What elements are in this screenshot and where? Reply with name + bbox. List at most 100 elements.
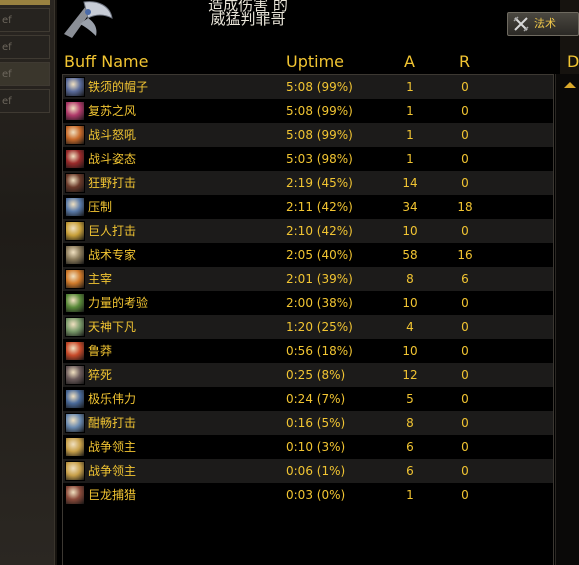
buff-uptime: 2:05 (40%) <box>286 248 353 262</box>
buff-name: 战斗怒吼 <box>88 128 137 142</box>
table-row[interactable]: 战争领主 0:06 (1%) 6 0 <box>63 459 553 483</box>
buff-name: 猝死 <box>88 368 113 382</box>
buff-name: 战术专家 <box>88 248 137 262</box>
table-row[interactable]: 主宰 2:01 (39%) 8 6 <box>63 267 553 291</box>
buff-refreshes: 16 <box>457 248 473 262</box>
buff-applications: 1 <box>406 104 414 118</box>
table-row[interactable]: 战争领主 0:10 (3%) 6 0 <box>63 435 553 459</box>
side-tab-4[interactable]: ef <box>0 89 50 113</box>
buff-uptime: 2:19 (45%) <box>286 176 353 190</box>
buff-uptime: 0:24 (7%) <box>286 392 346 406</box>
table-row[interactable]: 战斗姿态 5:03 (98%) 1 0 <box>63 147 553 171</box>
wind-icon <box>65 101 85 121</box>
buff-refreshes: 0 <box>461 128 469 142</box>
buff-name: 铁须的帽子 <box>88 80 149 94</box>
overpower-icon <box>65 197 85 217</box>
table-row[interactable]: 压制 2:11 (42%) 34 18 <box>63 195 553 219</box>
table-row[interactable]: 鲁莽 0:56 (18%) 10 0 <box>63 339 553 363</box>
buff-applications: 8 <box>406 416 414 430</box>
column-header-name[interactable]: Buff Name <box>64 52 148 72</box>
sudden-death-icon <box>65 365 85 385</box>
warlord-icon <box>65 437 85 457</box>
table-row[interactable]: 狂野打击 2:19 (45%) 14 0 <box>63 171 553 195</box>
side-panel: ef ef ef ef <box>0 0 55 565</box>
buff-applications: 6 <box>406 464 414 478</box>
table-row[interactable]: 天神下凡 1:20 (25%) 4 0 <box>63 315 553 339</box>
buff-applications: 14 <box>402 176 418 190</box>
buff-name: 战争领主 <box>88 464 137 478</box>
buff-name: 战斗姿态 <box>88 152 137 166</box>
side-tab-1[interactable]: ef <box>0 8 50 32</box>
shout-icon <box>65 125 85 145</box>
buff-name: 狂野打击 <box>88 176 137 190</box>
buff-applications: 6 <box>406 440 414 454</box>
buff-name: 压制 <box>88 200 113 214</box>
buff-name: 战争领主 <box>88 440 137 454</box>
table-row[interactable]: 猝死 0:25 (8%) 12 0 <box>63 363 553 387</box>
table-row[interactable]: 铁须的帽子 5:08 (99%) 1 0 <box>63 75 553 99</box>
buff-applications: 1 <box>406 152 414 166</box>
buff-applications: 10 <box>402 296 418 310</box>
helmet-icon <box>65 77 85 97</box>
stance-icon <box>65 149 85 169</box>
column-header-a[interactable]: A <box>404 52 415 72</box>
buff-applications: 8 <box>406 272 414 286</box>
buff-name: 巨人打击 <box>88 224 137 238</box>
buff-uptime: 0:06 (1%) <box>286 464 346 478</box>
scroll-up-arrow-icon[interactable] <box>564 82 576 88</box>
column-header-d[interactable]: D <box>567 52 579 72</box>
recklessness-icon <box>65 341 85 361</box>
side-top-accent <box>0 0 50 5</box>
buff-name: 力量的考验 <box>88 296 149 310</box>
buff-applications: 34 <box>402 200 418 214</box>
buff-name: 主宰 <box>88 272 113 286</box>
buff-uptime: 0:03 (0%) <box>286 488 346 502</box>
side-tab-3[interactable]: ef <box>0 62 50 86</box>
buff-name: 鲁莽 <box>88 344 113 358</box>
table-row[interactable]: 战术专家 2:05 (40%) 58 16 <box>63 243 553 267</box>
axe-icon <box>58 0 118 40</box>
table-row[interactable]: 复苏之风 5:08 (99%) 1 0 <box>63 99 553 123</box>
buff-refreshes: 0 <box>461 440 469 454</box>
table-row[interactable]: 巨人打击 2:10 (42%) 10 0 <box>63 219 553 243</box>
buff-refreshes: 0 <box>461 80 469 94</box>
buff-refreshes: 0 <box>461 416 469 430</box>
buff-applications: 1 <box>406 128 414 142</box>
table-row[interactable]: 酣畅打击 0:16 (5%) 8 0 <box>63 411 553 435</box>
table-row[interactable]: 战斗怒吼 5:08 (99%) 1 0 <box>63 123 553 147</box>
buff-name: 极乐伟力 <box>88 392 137 406</box>
buff-uptime: 5:08 (99%) <box>286 80 353 94</box>
buff-refreshes: 0 <box>461 368 469 382</box>
buff-applications: 1 <box>406 488 414 502</box>
table-row[interactable]: 巨龙捕猎 0:03 (0%) 1 0 <box>63 483 553 507</box>
table-row[interactable]: 力量的考验 2:00 (38%) 10 0 <box>63 291 553 315</box>
column-header-r[interactable]: R <box>459 52 470 72</box>
table-row[interactable]: 极乐伟力 0:24 (7%) 5 0 <box>63 387 553 411</box>
buff-refreshes: 18 <box>457 200 473 214</box>
buff-applications: 5 <box>406 392 414 406</box>
buff-uptime: 5:08 (99%) <box>286 128 353 142</box>
title-line-2: 威猛判罪哥 <box>210 10 286 28</box>
buff-uptime: 5:08 (99%) <box>286 104 353 118</box>
buff-uptime: 0:56 (18%) <box>286 344 353 358</box>
tactician-icon <box>65 245 85 265</box>
buff-applications: 58 <box>402 248 418 262</box>
dragon-icon <box>65 485 85 505</box>
strike-icon <box>65 173 85 193</box>
fluid-strike-icon <box>65 413 85 433</box>
side-tab-2[interactable]: ef <box>0 35 50 59</box>
buff-uptime: 2:01 (39%) <box>286 272 353 286</box>
trial-icon <box>65 293 85 313</box>
bliss-icon <box>65 389 85 409</box>
buff-refreshes: 6 <box>461 272 469 286</box>
column-header-uptime[interactable]: Uptime <box>286 52 344 72</box>
page-title: 造成伤害 的 威猛判罪哥 <box>178 0 318 28</box>
buff-uptime: 1:20 (25%) <box>286 320 353 334</box>
buff-applications: 1 <box>406 80 414 94</box>
buff-refreshes: 0 <box>461 464 469 478</box>
spell-filter-label: 法术 <box>534 17 556 30</box>
scrollbar[interactable] <box>555 74 579 565</box>
spell-filter-button[interactable]: 法术 <box>507 12 579 36</box>
crossed-swords-icon <box>513 16 529 32</box>
master-icon <box>65 269 85 289</box>
